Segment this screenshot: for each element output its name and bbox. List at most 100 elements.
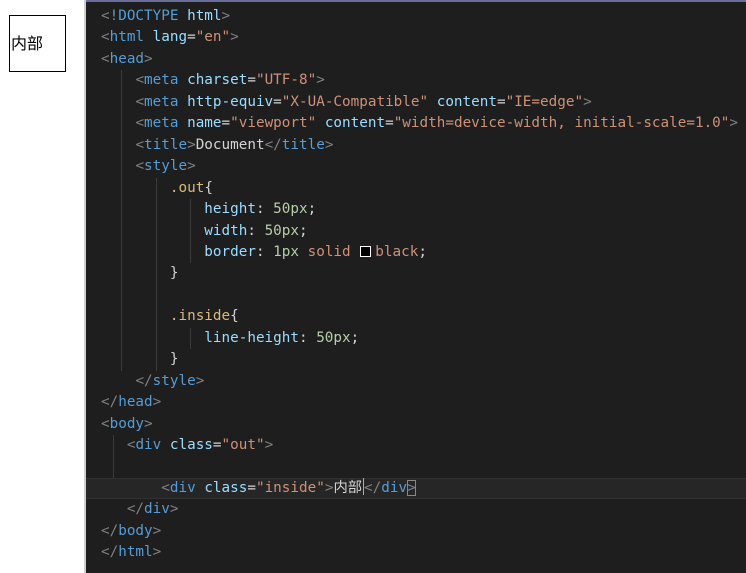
code-token: </ [101, 522, 119, 539]
code-token: = [212, 437, 222, 453]
code-token: = [385, 115, 394, 132]
code-token: > [152, 394, 162, 411]
code-line[interactable]: <meta http-equiv="X-UA-Compatible" conte… [86, 92, 746, 113]
code-token: "X-UA-Compatible" [281, 93, 429, 110]
code-token: body [109, 415, 145, 432]
code-token: ; [418, 243, 427, 260]
code-line[interactable]: <meta charset="UTF-8"> [86, 70, 746, 91]
code-token: div [144, 501, 170, 518]
code-token: http-equiv [187, 93, 274, 110]
code-token: < [135, 136, 145, 153]
code-line[interactable]: width: 50px; [86, 221, 746, 242]
code-token: </ [101, 544, 119, 561]
code-token: > [324, 136, 334, 153]
code-line[interactable]: line-height: 50px; [86, 328, 746, 349]
screenshot-root: 内部 <!DOCTYPE html> <html lang="en"> <head>… [0, 0, 746, 573]
code-token: </ [264, 136, 282, 153]
code-token: </ [135, 372, 153, 389]
code-token: < [101, 50, 110, 67]
code-line[interactable]: <head> [86, 49, 746, 70]
code-line[interactable]: <body> [86, 414, 746, 435]
code-token: </ [364, 479, 382, 496]
code-token: : [247, 222, 265, 239]
code-token: "width=device-width, initial-scale=1.0" [393, 115, 730, 132]
code-token: title [281, 136, 325, 153]
code-token: > [169, 501, 179, 518]
code-line[interactable]: border: 1px solid black; [86, 242, 746, 263]
code-token: { [204, 179, 213, 196]
rendered-inside-text: 内部 [11, 34, 44, 53]
code-line[interactable]: </html> [86, 542, 746, 563]
code-line[interactable]: </div> [86, 499, 746, 520]
code-token: > [187, 136, 196, 153]
code-line[interactable]: <title>Document</title> [86, 135, 746, 156]
code-token: .out [169, 179, 205, 196]
code-token: > [195, 372, 205, 389]
code-token: html [118, 544, 153, 561]
code-line[interactable]: <meta name="viewport" content="width=dev… [86, 113, 746, 134]
code-line[interactable]: } [86, 349, 746, 370]
code-token: head [118, 394, 153, 411]
color-swatch-icon [360, 245, 372, 257]
code-line[interactable]: <html lang="en"> [86, 27, 746, 48]
code-token: content [324, 115, 386, 132]
code-token: < [135, 158, 145, 175]
code-token: body [118, 522, 153, 539]
code-token: > [152, 522, 162, 539]
code-line[interactable]: } [86, 263, 746, 284]
code-token: .inside [169, 308, 231, 325]
code-token: charset [187, 72, 248, 89]
code-token: ; [350, 329, 360, 346]
code-line[interactable]: </style> [86, 371, 746, 392]
code-token: > [583, 93, 592, 110]
code-line[interactable]: height: 50px; [86, 199, 746, 220]
code-token: !DOCTYPE [109, 8, 179, 24]
code-token: : [255, 201, 274, 218]
code-line[interactable]: <style> [86, 156, 746, 177]
code-token: title [144, 136, 188, 153]
code-token: html [109, 29, 145, 46]
matched-bracket: > [407, 479, 416, 496]
code-line[interactable]: .out{ [86, 178, 746, 199]
code-token: < [161, 479, 170, 496]
code-token: html [187, 8, 222, 24]
code-line[interactable] [86, 456, 746, 477]
code-token: Document [195, 136, 265, 153]
code-token: width [204, 222, 248, 239]
code-token: meta [144, 115, 179, 132]
code-line[interactable]: <div class="out"> [86, 435, 746, 456]
code-line[interactable]: </body> [86, 521, 746, 542]
code-line[interactable]: <!DOCTYPE html> [86, 6, 746, 27]
code-editor[interactable]: <!DOCTYPE html> <html lang="en"> <head> <m… [86, 0, 746, 573]
code-token: : [255, 243, 274, 260]
code-token: = [247, 479, 256, 496]
code-line[interactable]: <div class="inside">内部 </div> [86, 477, 746, 499]
code-token: div [135, 437, 162, 453]
rendered-out-box: 内部 [9, 15, 66, 72]
code-token: div [169, 479, 196, 496]
code-token: > [144, 415, 153, 432]
code-line[interactable]: .inside{ [86, 306, 746, 327]
code-line[interactable] [86, 285, 746, 306]
code-line[interactable]: </head> [86, 392, 746, 413]
code-token: ; [307, 201, 317, 218]
code-token: "inside" [255, 479, 325, 496]
code-token: } [101, 351, 179, 368]
code-token: 50px [316, 329, 351, 346]
code-token: : [298, 329, 317, 346]
code-token: < [135, 93, 145, 110]
code-token: = [247, 72, 256, 89]
code-token: < [135, 115, 145, 132]
